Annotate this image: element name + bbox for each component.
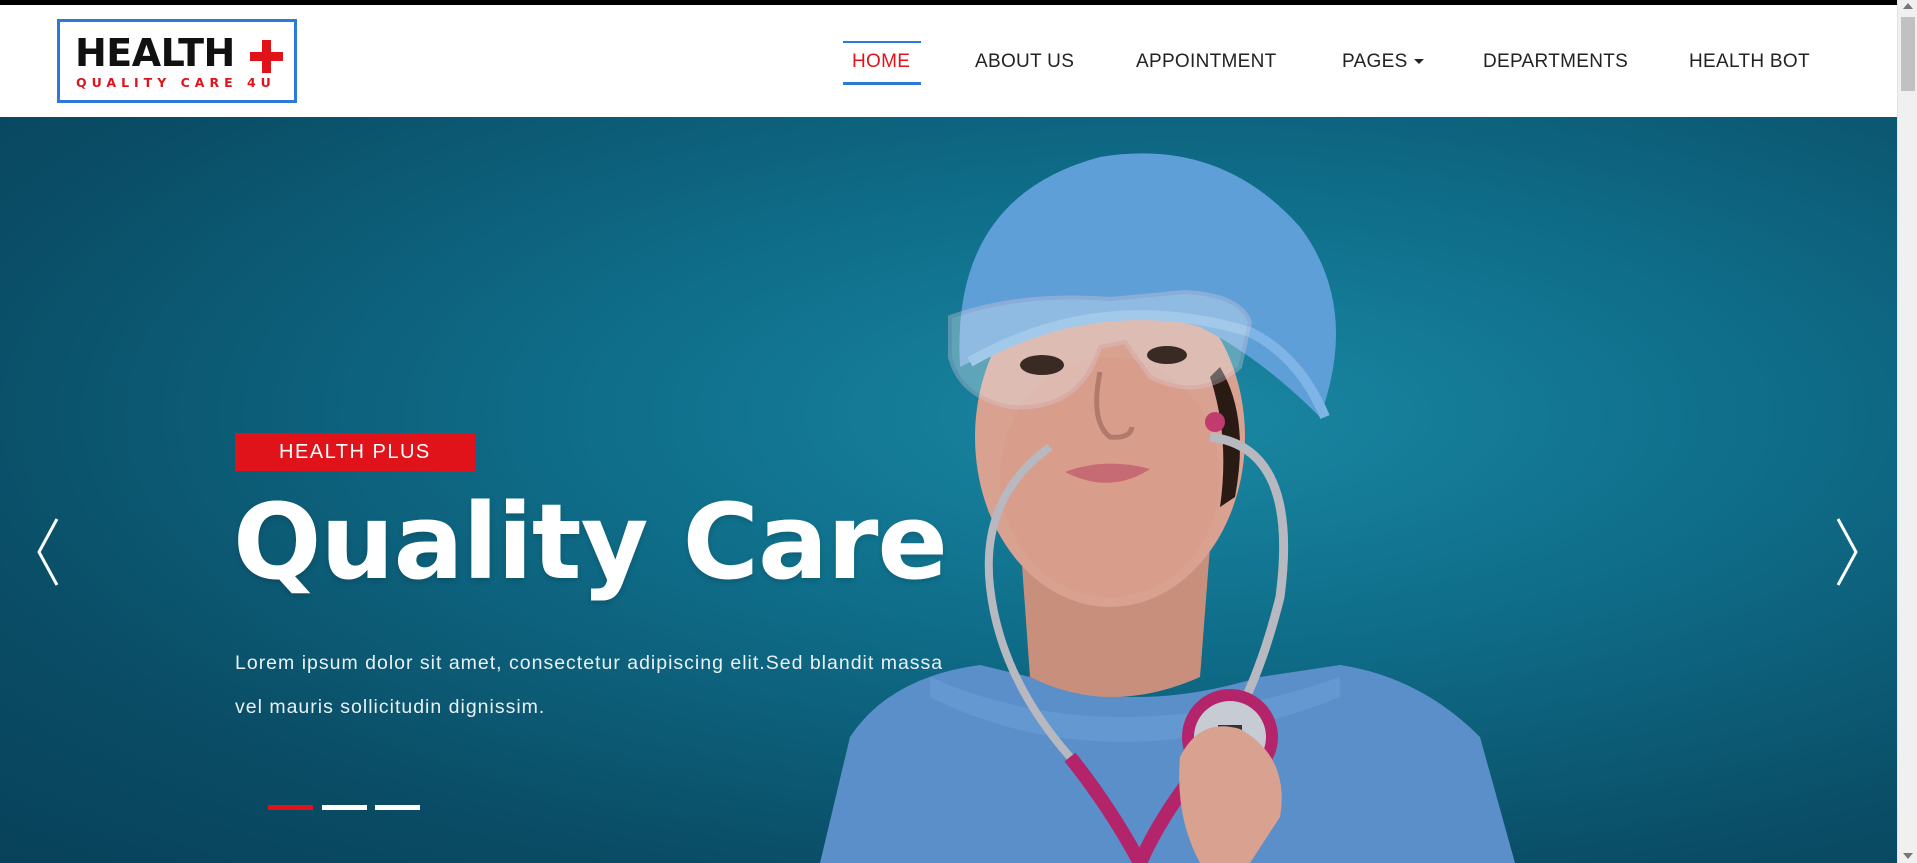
carousel-prev-button[interactable]	[33, 517, 67, 587]
carousel-indicator-3[interactable]	[375, 805, 420, 810]
carousel-next-button[interactable]	[1828, 517, 1862, 587]
scroll-up-arrow-icon[interactable]	[1903, 3, 1913, 9]
nav-item-home[interactable]: HOME	[852, 51, 910, 73]
scrollbar-thumb[interactable]	[1901, 17, 1915, 91]
hero-carousel: HEALTH PLUS Quality Care Lorem ipsum dol…	[0, 117, 1897, 863]
nav-item-about-us[interactable]: ABOUT US	[975, 51, 1074, 73]
nav-item-pages-label: PAGES	[1342, 51, 1408, 72]
main-nav: HOME ABOUT US APPOINTMENT PAGES DEPARTME…	[0, 5, 1897, 117]
site-header: HEALTH QUALITY CARE 4U HOME ABOUT US APP…	[0, 5, 1897, 117]
page-scrollbar[interactable]	[1897, 0, 1917, 863]
carousel-indicator-1[interactable]	[268, 805, 313, 810]
hero-title: Quality Care	[233, 481, 948, 603]
nav-item-pages[interactable]: PAGES	[1342, 51, 1424, 73]
hero-description: Lorem ipsum dolor sit amet, consectetur …	[235, 652, 944, 718]
nav-item-appointment[interactable]: APPOINTMENT	[1136, 51, 1277, 73]
chevron-left-icon	[37, 518, 59, 586]
chevron-right-icon	[1836, 518, 1858, 586]
scroll-down-arrow-icon[interactable]	[1903, 853, 1913, 859]
caret-down-icon	[1413, 59, 1424, 65]
carousel-indicator-2[interactable]	[322, 805, 367, 810]
nav-item-health-bot[interactable]: HEALTH BOT	[1689, 51, 1810, 73]
hero-badge: HEALTH PLUS	[235, 433, 475, 471]
nav-item-departments[interactable]: DEPARTMENTS	[1483, 51, 1628, 73]
